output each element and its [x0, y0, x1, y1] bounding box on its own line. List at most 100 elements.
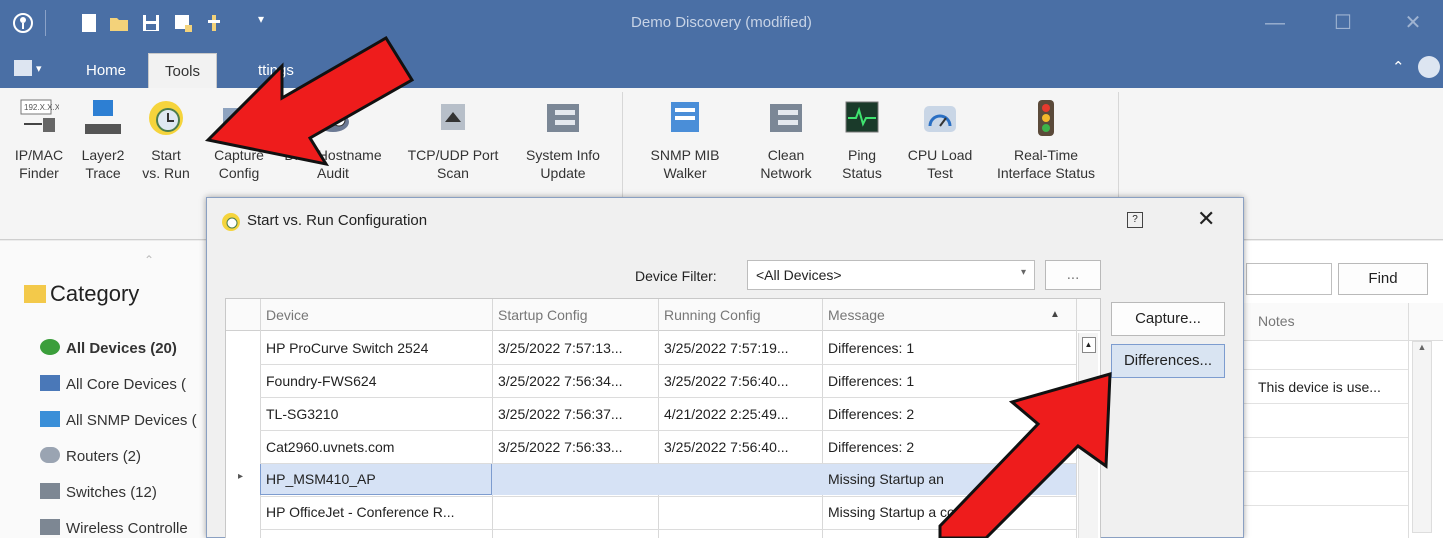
ping-status-icon	[845, 101, 879, 133]
dialog-close-icon[interactable]: ✕	[1197, 206, 1215, 232]
notes-scrollbar[interactable]: ▲	[1412, 341, 1432, 533]
capture-config-button[interactable]: Capture Config	[204, 98, 274, 182]
table-row-startup[interactable]: 3/25/2022 7:56:33...	[492, 431, 656, 463]
grid-scrollbar[interactable]: ▲	[1078, 333, 1098, 538]
start-vs-run-icon	[149, 101, 183, 135]
help-icon[interactable]	[1418, 56, 1440, 78]
sort-ascending-icon: ▲	[1050, 309, 1060, 320]
traffic-light-icon	[1038, 100, 1054, 136]
snmp-mib-walker-button[interactable]: SNMP MIB Walker	[640, 98, 730, 182]
cpu-load-icon	[924, 106, 956, 132]
collapse-panel-icon[interactable]: ⌃	[144, 253, 154, 267]
layer2-trace-button[interactable]: Layer2 Trace	[74, 98, 132, 182]
scroll-up-icon[interactable]: ▲	[1081, 337, 1096, 353]
table-row-device[interactable]: HP ProCurve Switch 2524	[260, 332, 490, 364]
category-item-routers[interactable]: Routers (2)	[40, 447, 141, 465]
column-header-startup-config[interactable]: Startup Config	[492, 299, 656, 331]
window-title: Demo Discovery (modified)	[631, 14, 812, 31]
table-row-device[interactable]: Cat2960.uvnets.com	[260, 431, 490, 463]
table-row-running[interactable]	[658, 496, 820, 528]
snmp-icon	[40, 411, 60, 427]
table-row-startup[interactable]	[492, 496, 656, 528]
category-item-wireless-controllers[interactable]: Wireless Controlle	[40, 519, 188, 537]
dns-audit-icon	[317, 112, 349, 132]
column-header-device[interactable]: Device	[260, 299, 490, 331]
tcp-udp-port-scan-button[interactable]: TCP/UDP Port Scan	[400, 98, 506, 182]
title-bar: ▾ Demo Discovery (modified) — ☐ ✕	[0, 0, 1443, 48]
find-button[interactable]: Find	[1338, 263, 1428, 295]
table-row-startup[interactable]: 3/25/2022 7:56:37...	[492, 398, 656, 430]
dns-hostname-audit-button[interactable]: DNS/Hostname Audit	[278, 98, 388, 182]
table-row-startup[interactable]	[492, 463, 656, 495]
row-indicator-icon: ▸	[238, 471, 244, 482]
table-row-device[interactable]: DDN3C2AF4050F00	[260, 529, 490, 538]
maximize-button[interactable]: ☐	[1328, 10, 1358, 36]
ping-status-button[interactable]: Ping Status	[834, 98, 890, 182]
notes-column-header[interactable]: Notes	[1258, 313, 1295, 329]
clean-network-icon	[770, 104, 802, 132]
table-row-message[interactable]: Differences: 1	[822, 332, 1074, 364]
category-item-switches[interactable]: Switches (12)	[40, 483, 157, 501]
scroll-up-icon[interactable]: ▲	[1413, 342, 1431, 352]
close-window-button[interactable]: ✕	[1398, 10, 1428, 36]
filter-options-button[interactable]: ...	[1045, 260, 1101, 290]
cpu-load-test-button[interactable]: CPU Load Test	[898, 98, 982, 182]
table-row-device[interactable]: Foundry-FWS624	[260, 365, 490, 397]
system-info-icon	[547, 104, 579, 132]
category-item-core-devices[interactable]: All Core Devices (	[40, 375, 186, 393]
start-vs-run-icon	[222, 213, 240, 231]
table-row-device[interactable]: HP_MSM410_AP	[260, 463, 490, 495]
table-row-running[interactable]: 4/21/2022 2:25:49...	[658, 398, 820, 430]
ip-mac-finder-button[interactable]: 192.X.X.X IP/MAC Finder	[4, 98, 74, 182]
file-menu-icon[interactable]	[14, 60, 32, 76]
chevron-down-icon: ▾	[1020, 267, 1026, 278]
table-row-running[interactable]	[658, 463, 820, 495]
capture-config-icon	[223, 108, 255, 130]
device-filter-select[interactable]: <All Devices> ▾	[747, 260, 1035, 290]
svg-text:192.X.X.X: 192.X.X.X	[24, 103, 59, 112]
category-panel: ⌃ Category All Devices (20) All Core Dev…	[0, 241, 215, 538]
tab-settings[interactable]: ttings	[242, 53, 310, 88]
table-row-message[interactable]: Differences: 1	[822, 365, 1074, 397]
real-time-interface-status-button[interactable]: Real-Time Interface Status	[984, 98, 1108, 182]
table-row-message[interactable]: Missing Startup and Running co...	[822, 529, 1074, 538]
table-row-startup[interactable]: 3/25/2022 7:56:34...	[492, 365, 656, 397]
layer2-trace-icon	[85, 100, 121, 134]
system-info-update-button[interactable]: System Info Update	[514, 98, 612, 182]
category-item-all-devices[interactable]: All Devices (20)	[40, 339, 177, 357]
table-row-startup[interactable]: 3/25/2022 7:57:13...	[492, 332, 656, 364]
dialog-title: Start vs. Run Configuration	[247, 212, 428, 229]
config-grid: Device Startup Config Running Config Mes…	[225, 298, 1101, 538]
folder-icon	[24, 285, 46, 303]
device-notes-panel: Find Notes This device is use... ▲	[1240, 241, 1443, 538]
ribbon-tab-bar: ▾ Home Tools ttings ⌃	[0, 48, 1443, 88]
switch-icon	[40, 483, 60, 499]
table-row-running[interactable]: 3/25/2022 7:57:19...	[658, 332, 820, 364]
clean-network-button[interactable]: Clean Network	[750, 98, 822, 182]
minimize-button[interactable]: —	[1260, 10, 1290, 36]
table-row-message[interactable]: Differences: 2	[822, 431, 1074, 463]
table-row-running[interactable]: 3/25/2022 7:56:40...	[658, 431, 820, 463]
category-item-snmp-devices[interactable]: All SNMP Devices (	[40, 411, 197, 429]
table-row-message[interactable]: Differences: 2	[822, 398, 1074, 430]
table-row-device[interactable]: TL-SG3210	[260, 398, 490, 430]
notes-cell: This device is use...	[1258, 379, 1381, 395]
start-vs-run-dialog: Start vs. Run Configuration ? ✕ Device F…	[206, 197, 1244, 538]
table-row-running[interactable]: 3/25/2022 7:56:40...	[658, 365, 820, 397]
column-header-running-config[interactable]: Running Config	[658, 299, 820, 331]
capture-button[interactable]: Capture...	[1111, 302, 1225, 336]
table-row-device[interactable]: HP OfficeJet - Conference R...	[260, 496, 490, 528]
column-header-message[interactable]: Message	[822, 299, 1042, 331]
tab-tools[interactable]: Tools	[148, 53, 218, 88]
collapse-ribbon-icon[interactable]: ⌃	[1392, 58, 1405, 76]
dialog-help-icon[interactable]: ?	[1127, 212, 1143, 228]
differences-button[interactable]: Differences...	[1111, 344, 1225, 378]
search-input[interactable]	[1246, 263, 1332, 295]
category-title: Category	[24, 281, 139, 307]
table-row-message[interactable]: Missing Startup an	[822, 463, 1074, 495]
start-vs-run-button[interactable]: Start vs. Run	[136, 98, 196, 182]
tab-home[interactable]: Home	[70, 53, 142, 88]
port-scan-icon	[441, 104, 465, 130]
wireless-controller-icon	[40, 519, 60, 535]
table-row-message[interactable]: Missing Startup a co...	[822, 496, 1074, 528]
